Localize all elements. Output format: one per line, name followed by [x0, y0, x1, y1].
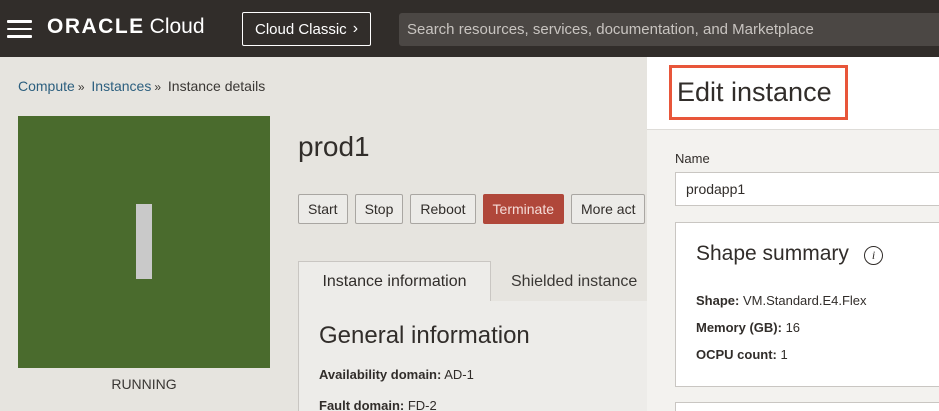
edit-instance-panel: Edit instance Name Shape summary i Shape… [647, 57, 939, 411]
search-input[interactable]: Search resources, services, documentatio… [399, 13, 939, 46]
instance-actions: Start Stop Reboot Terminate More act [298, 194, 646, 224]
name-field[interactable] [675, 172, 939, 206]
memory-label: Memory (GB): [696, 320, 782, 335]
reboot-button[interactable]: Reboot [410, 194, 476, 224]
tab-content [298, 301, 658, 411]
breadcrumb-separator: » [77, 80, 85, 94]
cloud-classic-button[interactable]: Cloud Classic › [242, 12, 371, 46]
info-icon[interactable]: i [864, 246, 883, 265]
breadcrumb-current: Instance details [167, 78, 266, 94]
instance-state-label: RUNNING [111, 376, 177, 392]
name-field-label: Name [675, 151, 710, 166]
ocpu-label: OCPU count: [696, 347, 777, 362]
availability-domain-label: Availability domain: [319, 367, 442, 382]
more-actions-button[interactable]: More act [571, 194, 646, 224]
start-button[interactable]: Start [298, 194, 348, 224]
hamburger-menu-icon[interactable] [7, 20, 32, 38]
breadcrumb-compute[interactable]: Compute [18, 78, 75, 94]
instance-status-tile [18, 116, 270, 368]
stop-button[interactable]: Stop [354, 194, 404, 224]
shape-summary-card: Shape summary i Shape: VM.Standard.E4.Fl… [675, 222, 939, 387]
logo-product: Cloud [149, 15, 205, 38]
tab-instance-information[interactable]: Instance information [298, 261, 491, 302]
oracle-cloud-logo[interactable]: ORACLE Cloud [47, 15, 205, 43]
availability-domain-row: Availability domain: AD-1 [319, 367, 474, 382]
status-tile-icon [136, 204, 152, 279]
panel-header: Edit instance [647, 57, 939, 130]
ocpu-row: OCPU count: 1 [696, 347, 788, 362]
page-title: prod1 [298, 131, 370, 162]
shape-label: Shape: [696, 293, 740, 308]
memory-value: 16 [785, 320, 801, 335]
shape-row: Shape: VM.Standard.E4.Flex [696, 293, 867, 308]
panel-body: Name Shape summary i Shape: VM.Standard.… [647, 130, 939, 411]
memory-row: Memory (GB): 16 [696, 320, 800, 335]
breadcrumb-instances[interactable]: Instances [91, 78, 151, 94]
cloud-classic-label: Cloud Classic [254, 20, 347, 38]
fault-domain-value: FD-2 [407, 398, 437, 411]
chevron-right-icon: › [352, 20, 359, 37]
fault-domain-label: Fault domain: [319, 398, 405, 411]
general-information-heading: General information [319, 322, 530, 349]
next-section-card [675, 402, 939, 411]
breadcrumb-separator: » [154, 80, 162, 94]
shape-summary-title: Shape summary [696, 242, 849, 265]
breadcrumb: Compute» Instances» Instance details [18, 78, 265, 94]
availability-domain-value: AD-1 [444, 367, 474, 382]
shape-value: VM.Standard.E4.Flex [742, 293, 867, 308]
terminate-button[interactable]: Terminate [482, 194, 565, 224]
instance-tabs: Instance information Shielded instance [298, 261, 647, 302]
logo-brand: ORACLE [47, 15, 145, 38]
search-placeholder: Search resources, services, documentatio… [407, 21, 814, 38]
tab-shielded-instance[interactable]: Shielded instance [511, 261, 637, 302]
top-navigation-bar: ORACLE Cloud Cloud Classic › Search reso… [0, 0, 939, 57]
fault-domain-row: Fault domain: FD-2 [319, 398, 437, 411]
panel-title: Edit instance [669, 65, 848, 120]
ocpu-value: 1 [780, 347, 788, 362]
